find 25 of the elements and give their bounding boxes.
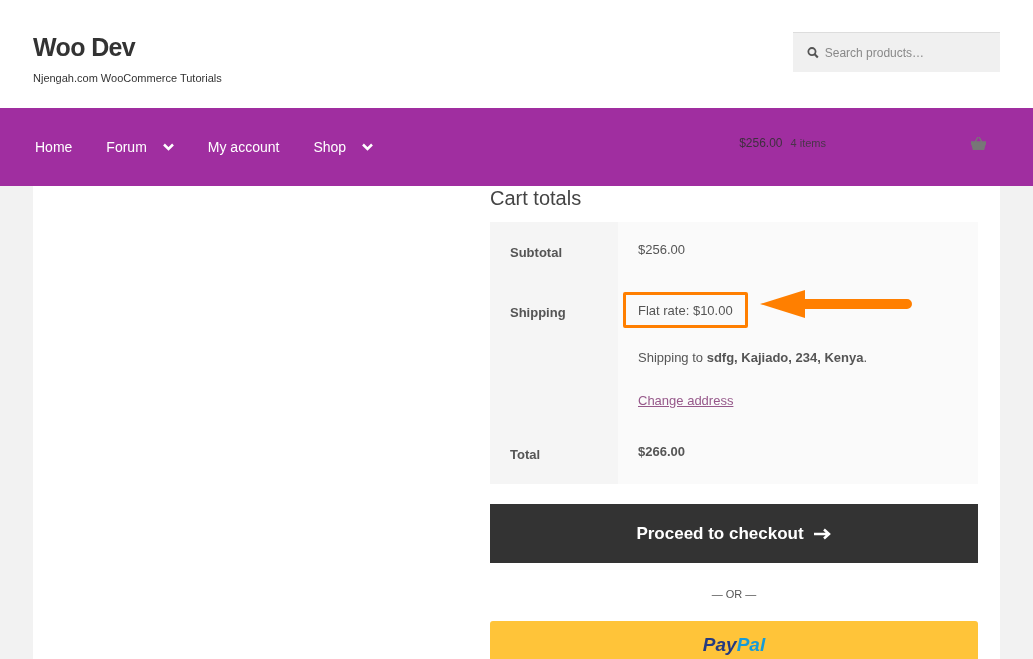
row-value: $256.00	[638, 241, 685, 259]
row-label: Subtotal	[510, 245, 562, 260]
nav-link[interactable]: Home	[35, 136, 73, 158]
arrow-right-icon	[813, 527, 832, 540]
search-icon	[807, 46, 819, 59]
site-tagline: Njengah.com WooCommerce Tutorials	[33, 71, 222, 86]
change-address-link[interactable]: Change address	[638, 390, 734, 410]
or-separator: — OR —	[711, 587, 757, 602]
nav-link[interactable]: Forum	[106, 136, 174, 158]
row-label: Total	[510, 447, 541, 462]
nav-link[interactable]: Shop	[313, 136, 374, 158]
checkout-button[interactable]: Proceed to checkout	[490, 504, 978, 563]
chevron-down-icon	[362, 143, 374, 151]
cart-totals-heading: Cart totals	[490, 186, 583, 210]
row-value: Flat rate: $10.00	[638, 303, 733, 318]
row-value: $266.00	[638, 443, 685, 461]
chevron-down-icon	[162, 143, 174, 151]
nav-link[interactable]: My account	[207, 136, 280, 158]
row-label: Shipping	[510, 305, 566, 320]
site-title[interactable]: Woo Dev	[33, 35, 222, 60]
search-input[interactable]: Search products…	[824, 43, 986, 62]
basket-icon[interactable]	[971, 136, 986, 150]
paypal-button[interactable]: PayPal	[490, 620, 978, 659]
shipping-destination: Shipping to sdfg, Kajiado, 234, Kenya.	[638, 349, 868, 367]
search-field[interactable]: Search products…	[793, 32, 1000, 72]
